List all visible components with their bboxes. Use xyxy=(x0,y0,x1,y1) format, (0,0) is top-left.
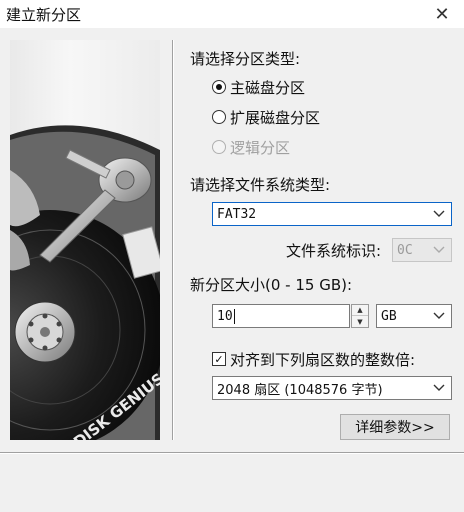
filesystem-type-label: 请选择文件系统类型: xyxy=(190,176,331,194)
chevron-down-icon xyxy=(431,205,447,223)
radio-primary-partition[interactable]: 主磁盘分区 xyxy=(212,76,305,98)
align-sectors-select[interactable]: 2048 扇区 (1048576 字节) xyxy=(212,376,452,400)
radio-button-disabled xyxy=(212,140,226,154)
size-unit-value: GB xyxy=(381,308,397,324)
checkmark-icon: ✓ xyxy=(214,352,224,366)
radio-extended-partition[interactable]: 扩展磁盘分区 xyxy=(212,106,320,128)
horizontal-separator xyxy=(0,452,464,454)
align-label: 对齐到下列扇区数的整数倍: xyxy=(230,350,416,369)
chevron-down-icon xyxy=(431,379,447,397)
radio-logical-partition: 逻辑分区 xyxy=(212,136,290,158)
filesystem-select-value: FAT32 xyxy=(217,206,257,222)
partition-size-value: 10 xyxy=(217,308,233,324)
spin-down-icon[interactable]: ▼ xyxy=(352,316,368,327)
partition-size-input[interactable]: 10 xyxy=(212,304,350,328)
vertical-separator xyxy=(172,40,174,440)
spin-up-icon[interactable]: ▲ xyxy=(352,305,368,316)
align-checkbox-row[interactable]: ✓ 对齐到下列扇区数的整数倍: xyxy=(212,348,415,370)
close-button[interactable]: ✕ xyxy=(426,2,458,26)
details-button[interactable]: 详细参数>> xyxy=(340,414,450,440)
radio-primary-label: 主磁盘分区 xyxy=(230,78,306,97)
radio-button-checked[interactable] xyxy=(212,80,226,94)
text-caret xyxy=(233,308,235,324)
chevron-down-icon xyxy=(431,307,447,325)
title-bar: 建立新分区 ✕ xyxy=(0,0,464,28)
align-sectors-value: 2048 扇区 (1048576 字节) xyxy=(217,382,383,398)
filesystem-id-value: 0C xyxy=(397,242,413,258)
dialog-body: DISK GENIUS 请选择分区类型: 主磁盘分区 扩展磁盘分区 逻辑分区 请… xyxy=(0,28,464,512)
close-icon: ✕ xyxy=(434,3,450,25)
filesystem-id-select: 0C xyxy=(392,238,452,262)
partition-size-label: 新分区大小(0 - 15 GB): xyxy=(190,276,353,294)
radio-button[interactable] xyxy=(212,110,226,124)
hard-disk-image: DISK GENIUS xyxy=(10,125,160,440)
partition-type-label: 请选择分区类型: xyxy=(190,50,301,68)
chevron-down-icon xyxy=(431,241,447,259)
window-title: 建立新分区 xyxy=(6,6,82,24)
align-checkbox[interactable]: ✓ xyxy=(212,352,226,366)
filesystem-id-label: 文件系统标识: xyxy=(286,242,382,260)
partition-size-spinner[interactable]: ▲ ▼ xyxy=(351,304,369,328)
size-unit-select[interactable]: GB xyxy=(376,304,452,328)
radio-extended-label: 扩展磁盘分区 xyxy=(230,108,321,127)
radio-logical-label: 逻辑分区 xyxy=(230,138,291,157)
filesystem-select[interactable]: FAT32 xyxy=(212,202,452,226)
hard-disk-illustration: DISK GENIUS xyxy=(10,40,160,440)
